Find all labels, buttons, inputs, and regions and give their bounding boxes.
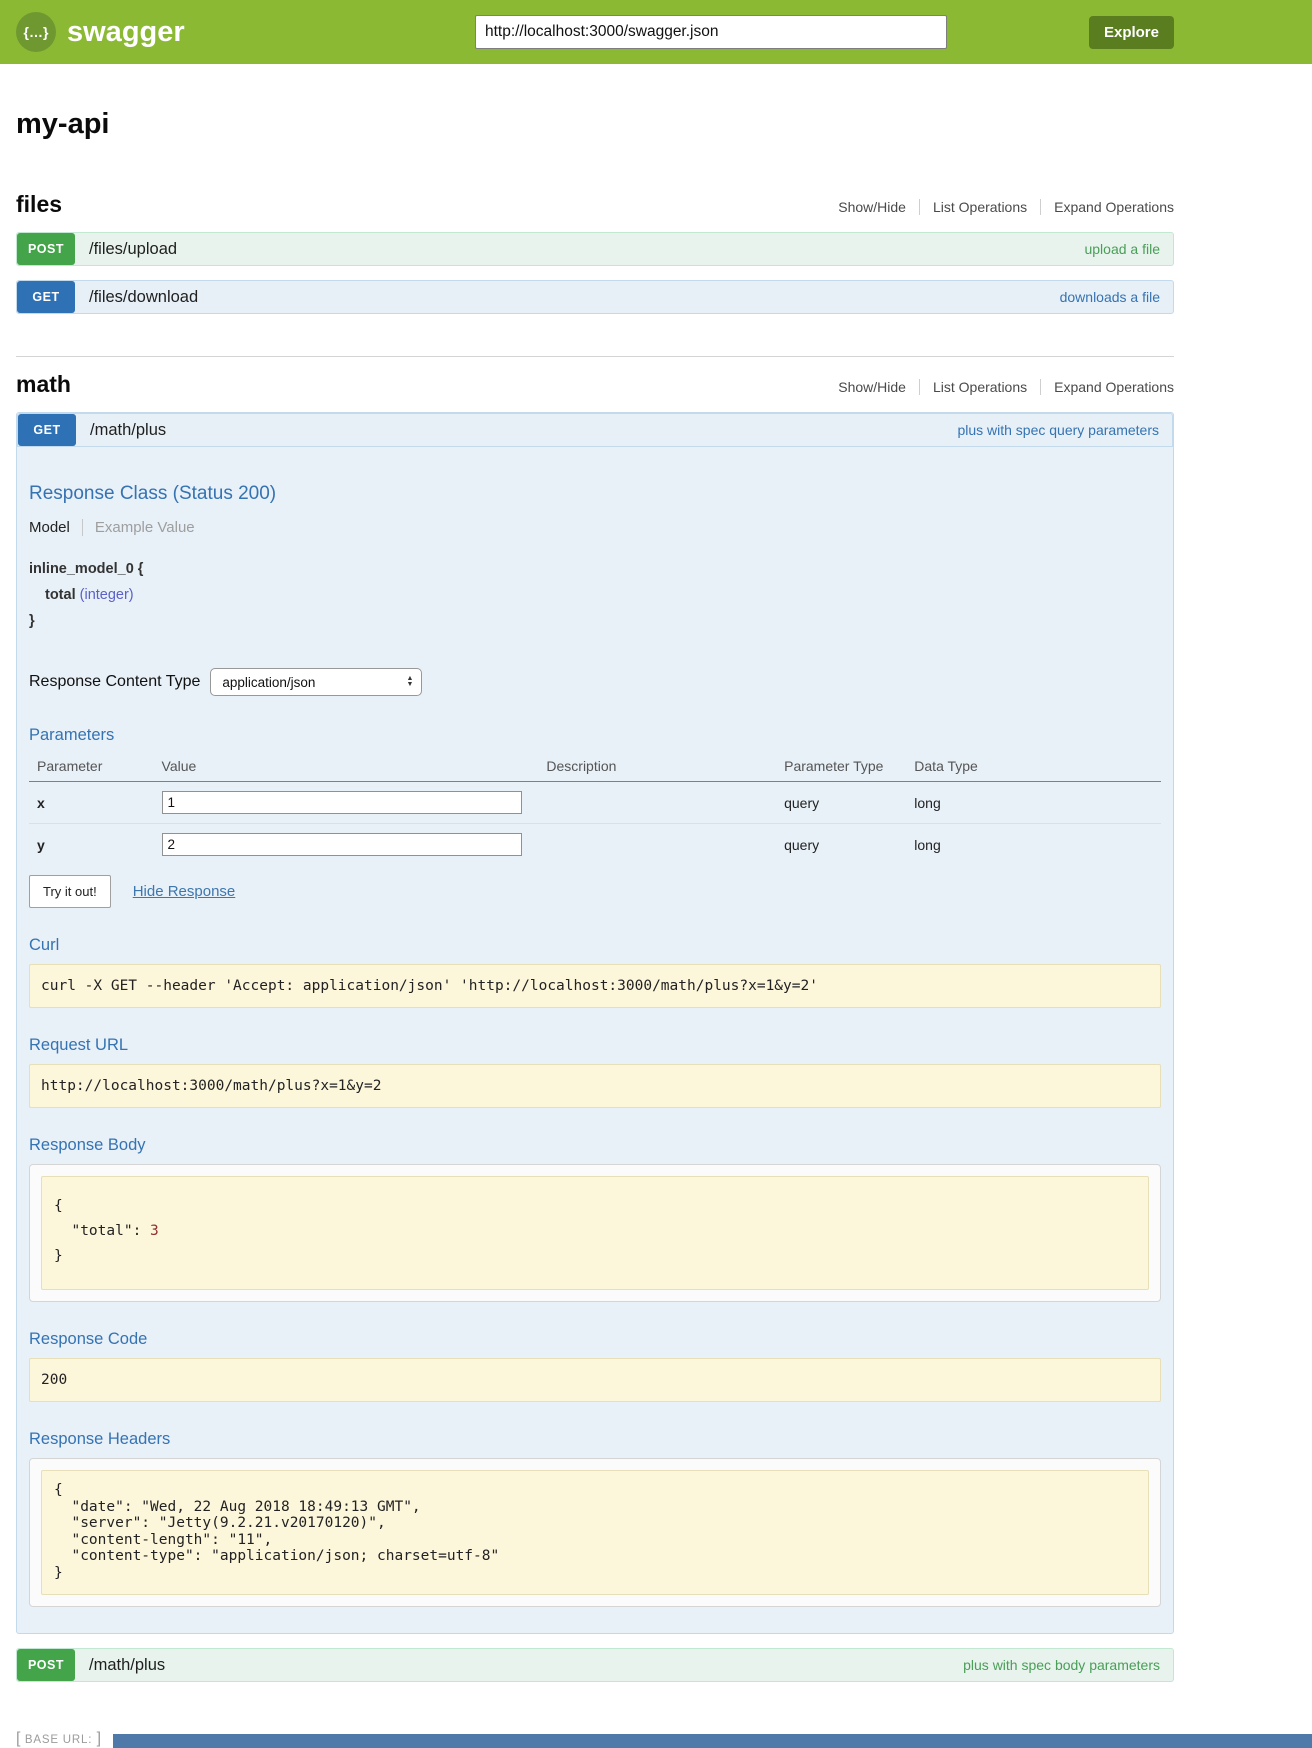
endpoint-heading[interactable]: POST /math/plus plus with spec body para… <box>16 1648 1174 1682</box>
param-data-type: long <box>906 782 1161 824</box>
response-content-type-value: application/json <box>222 675 315 690</box>
explore-button[interactable]: Explore <box>1089 16 1174 49</box>
endpoint-heading[interactable]: POST /files/upload upload a file <box>16 232 1174 266</box>
swagger-logo-text: swagger <box>67 16 185 49</box>
files-section-title[interactable]: files <box>16 191 62 218</box>
get-method-badge: GET <box>17 281 75 313</box>
hide-response-link[interactable]: Hide Response <box>133 883 236 900</box>
response-body-heading: Response Body <box>29 1136 1161 1155</box>
spec-url-input[interactable] <box>475 15 947 49</box>
endpoint-post-math-plus: POST /math/plus plus with spec body para… <box>16 1648 1174 1682</box>
col-parameter: Parameter <box>29 751 154 782</box>
files-list-operations-link[interactable]: List Operations <box>919 199 1040 215</box>
endpoint-path-link[interactable]: /files/upload <box>89 240 177 259</box>
try-it-out-button[interactable]: Try it out! <box>29 875 111 908</box>
param-type: query <box>776 824 906 866</box>
tab-model[interactable]: Model <box>29 519 83 536</box>
math-list-operations-link[interactable]: List Operations <box>919 379 1040 395</box>
endpoint-heading[interactable]: GET /math/plus plus with spec query para… <box>17 413 1173 447</box>
param-y-value-input[interactable] <box>162 833 522 856</box>
endpoint-summary-link[interactable]: plus with spec body parameters <box>963 1657 1160 1673</box>
parameter-row-x: x query long <box>29 782 1161 824</box>
math-section-controls: Show/Hide List Operations Expand Operati… <box>825 379 1174 395</box>
endpoint-summary-link[interactable]: plus with spec query parameters <box>957 422 1159 438</box>
response-class-heading: Response Class (Status 200) <box>29 483 1161 505</box>
post-method-badge: POST <box>17 233 75 265</box>
parameter-row-y: y query long <box>29 824 1161 866</box>
section-divider <box>16 356 1174 357</box>
param-name: x <box>29 782 154 824</box>
bottom-bar <box>113 1734 1312 1748</box>
col-data-type: Data Type <box>906 751 1161 782</box>
endpoint-path-link[interactable]: /files/download <box>89 288 198 307</box>
math-section-header: math Show/Hide List Operations Expand Op… <box>16 371 1174 398</box>
files-expand-operations-link[interactable]: Expand Operations <box>1040 199 1174 215</box>
files-section-controls: Show/Hide List Operations Expand Operati… <box>825 199 1174 215</box>
page-title: my-api <box>16 108 1174 141</box>
swagger-logo-icon: {…} <box>16 12 56 52</box>
model-property-line: total (integer) <box>45 582 1161 608</box>
response-headers-code: { "date": "Wed, 22 Aug 2018 18:49:13 GMT… <box>41 1470 1149 1595</box>
model-tabs: Model Example Value <box>29 519 1161 536</box>
param-data-type: long <box>906 824 1161 866</box>
response-content-type-row: Response Content Type application/json ▲… <box>29 668 1161 696</box>
parameters-heading: Parameters <box>29 726 1161 745</box>
response-content-type-select[interactable]: application/json ▲▼ <box>210 668 422 696</box>
endpoint-path-link[interactable]: /math/plus <box>90 421 166 440</box>
endpoint-heading[interactable]: GET /files/download downloads a file <box>16 280 1174 314</box>
parameters-header-row: Parameter Value Description Parameter Ty… <box>29 751 1161 782</box>
endpoint-post-files-upload: POST /files/upload upload a file <box>16 232 1174 266</box>
math-section-title[interactable]: math <box>16 371 71 398</box>
content-wrap: my-api files Show/Hide List Operations E… <box>16 108 1174 1682</box>
param-description <box>538 782 776 824</box>
try-row: Try it out! Hide Response <box>29 875 1161 908</box>
endpoint-get-files-download: GET /files/download downloads a file <box>16 280 1174 314</box>
base-url-label: BASE URL: <box>25 1734 92 1746</box>
response-body-code: { "total": 3 } <box>41 1176 1149 1290</box>
response-headers-heading: Response Headers <box>29 1430 1161 1449</box>
request-url-value: http://localhost:3000/math/plus?x=1&y=2 <box>29 1064 1161 1108</box>
param-name: y <box>29 824 154 866</box>
col-parameter-type: Parameter Type <box>776 751 906 782</box>
post-method-badge: POST <box>17 1649 75 1681</box>
response-body-container: { "total": 3 } <box>29 1164 1161 1302</box>
endpoint-summary-link[interactable]: upload a file <box>1084 241 1160 257</box>
col-value: Value <box>154 751 539 782</box>
swagger-logo[interactable]: {…} swagger <box>16 12 185 52</box>
select-arrows-icon: ▲▼ <box>406 676 413 688</box>
get-method-badge: GET <box>18 414 76 446</box>
param-type: query <box>776 782 906 824</box>
tab-example-value[interactable]: Example Value <box>83 519 195 536</box>
endpoint-get-math-plus-expanded: GET /math/plus plus with spec query para… <box>16 412 1174 1634</box>
parameters-table: Parameter Value Description Parameter Ty… <box>29 751 1161 865</box>
curl-command: curl -X GET --header 'Accept: applicatio… <box>29 964 1161 1008</box>
param-description <box>538 824 776 866</box>
math-expand-operations-link[interactable]: Expand Operations <box>1040 379 1174 395</box>
endpoint-path-link[interactable]: /math/plus <box>89 1656 165 1675</box>
model-name-line: inline_model_0 { <box>29 556 1161 582</box>
response-headers-container: { "date": "Wed, 22 Aug 2018 18:49:13 GMT… <box>29 1458 1161 1607</box>
request-url-heading: Request URL <box>29 1036 1161 1055</box>
files-show-hide-link[interactable]: Show/Hide <box>825 199 919 215</box>
page: {…} swagger Explore my-api files Show/Hi… <box>0 0 1312 1748</box>
model-signature: inline_model_0 { total (integer) } <box>29 556 1161 634</box>
response-code-value: 200 <box>29 1358 1161 1402</box>
curl-heading: Curl <box>29 936 1161 955</box>
header-bar: {…} swagger Explore <box>0 0 1312 64</box>
endpoint-summary-link[interactable]: downloads a file <box>1060 289 1160 305</box>
param-x-value-input[interactable] <box>162 791 522 814</box>
header-content: {…} swagger Explore <box>16 0 1174 64</box>
math-show-hide-link[interactable]: Show/Hide <box>825 379 919 395</box>
operation-content: Response Class (Status 200) Model Exampl… <box>17 447 1173 1633</box>
model-close-line: } <box>29 608 1161 634</box>
response-content-type-label: Response Content Type <box>29 673 200 691</box>
files-section-header: files Show/Hide List Operations Expand O… <box>16 191 1174 218</box>
col-description: Description <box>538 751 776 782</box>
response-code-heading: Response Code <box>29 1330 1161 1349</box>
